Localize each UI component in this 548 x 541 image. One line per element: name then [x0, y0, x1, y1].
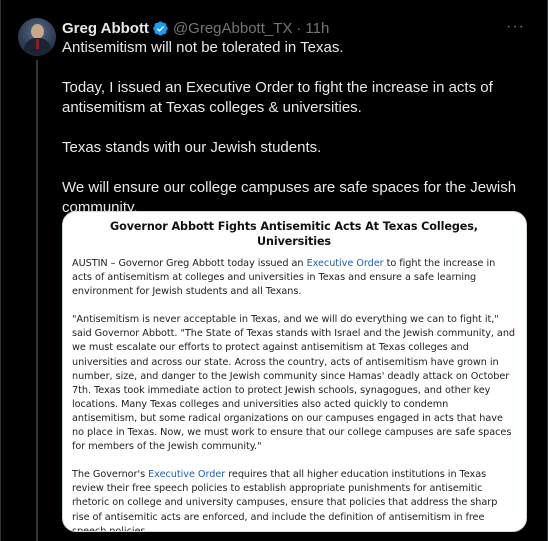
executive-order-link: Executive Order	[148, 469, 226, 481]
tweet-timestamp[interactable]: 11h	[305, 20, 329, 37]
author-name[interactable]: Greg Abbott	[62, 20, 149, 37]
tweet-header: Greg Abbott @GregAbbott_TX · 11h	[62, 18, 329, 38]
verified-badge-icon	[152, 20, 169, 37]
press-release-paragraph-2: "Antisemitism is never acceptable in Tex…	[72, 314, 516, 453]
thread-line	[36, 60, 38, 541]
tweet-text: Antisemitism will not be tolerated in Te…	[62, 38, 532, 218]
separator-dot: ·	[296, 19, 302, 37]
tweet-line: Antisemitism will not be tolerated in Te…	[62, 39, 344, 56]
press-release-paragraph-1: AUSTIN – Governor Greg Abbott today issu…	[72, 258, 496, 298]
executive-order-link: Executive Order	[306, 258, 384, 269]
tweet: Greg Abbott @GregAbbott_TX · 11h ··· Ant…	[0, 0, 548, 541]
author-avatar[interactable]	[18, 18, 56, 56]
press-release-title: Governor Abbott Fights Antisemitic Acts …	[110, 220, 478, 248]
author-handle[interactable]: @GregAbbott_TX	[173, 20, 292, 37]
press-release-image[interactable]: Governor Abbott Fights Antisemitic Acts …	[62, 211, 527, 532]
more-options-icon[interactable]: ···	[506, 18, 525, 36]
tweet-line: Today, I issued an Executive Order to fi…	[62, 79, 493, 116]
tweet-line: Texas stands with our Jewish students.	[62, 139, 322, 156]
press-release-paragraph-3: The Governor's Executive Order requires …	[72, 469, 498, 532]
